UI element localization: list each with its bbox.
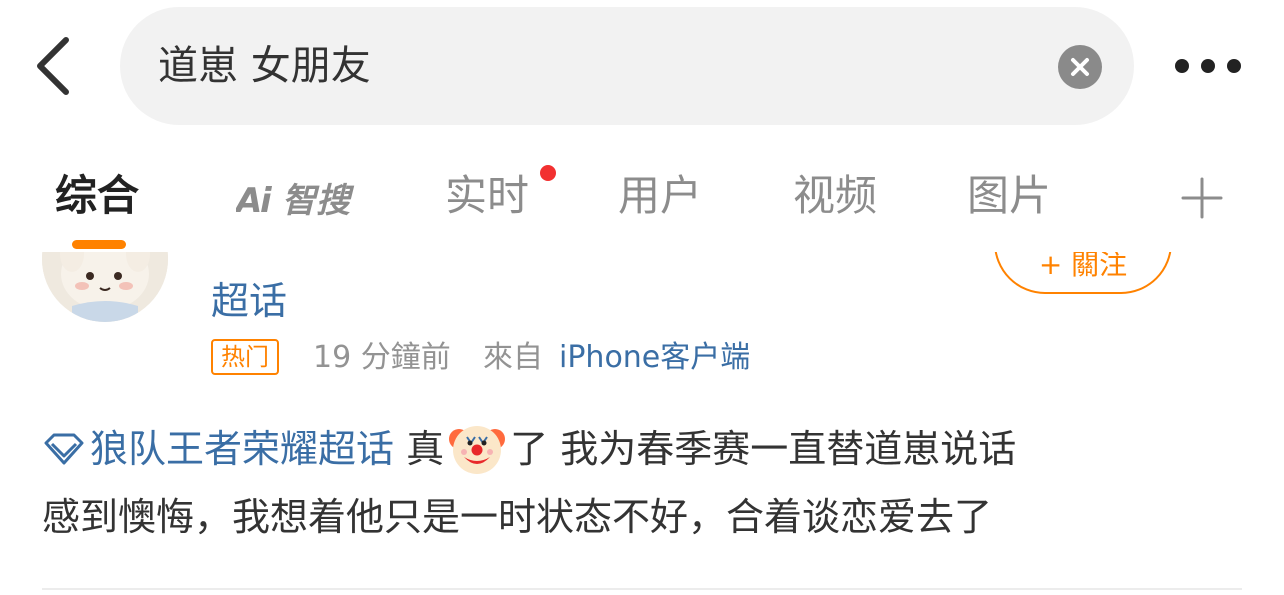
post-username[interactable]: 超话 xyxy=(211,276,287,326)
plus-icon xyxy=(1181,177,1223,219)
search-tabs: 综合 A i 智搜 实时 用户 视频 图片 xyxy=(0,140,1284,252)
clown-face-emoji-icon xyxy=(449,425,506,474)
tab-videos[interactable]: 视频 xyxy=(793,166,877,226)
search-bar[interactable]: 道崽 女朋友 xyxy=(120,7,1134,125)
post-from-label: 來自 xyxy=(483,340,543,375)
chevron-left-icon xyxy=(37,37,69,95)
active-tab-indicator xyxy=(72,240,126,249)
svg-text:智搜: 智搜 xyxy=(282,181,355,221)
add-tab-button[interactable] xyxy=(1180,176,1224,220)
topic-label: 狼队王者荣耀超话 xyxy=(90,427,395,471)
tab-images[interactable]: 图片 xyxy=(967,166,1051,226)
tab-users[interactable]: 用户 xyxy=(618,166,702,226)
back-button[interactable] xyxy=(28,30,84,102)
ai-search-logo: A i 智搜 xyxy=(233,181,355,221)
post-text-line: 狼队王者荣耀超话 真 了 我为春季赛一直替道崽说话 xyxy=(42,418,1016,480)
search-query[interactable]: 道崽 女朋友 xyxy=(158,7,371,125)
tab-comprehensive[interactable]: 综合 xyxy=(55,166,139,226)
post-text-segment: 真 xyxy=(406,427,445,471)
avatar[interactable] xyxy=(42,252,168,322)
post-time: 19 分鐘前 xyxy=(313,340,451,375)
follow-button[interactable]: + 關注 xyxy=(994,252,1172,294)
svg-text:A: A xyxy=(236,181,262,221)
tab-realtime[interactable]: 实时 xyxy=(445,166,529,226)
divider xyxy=(42,588,1242,590)
notification-dot xyxy=(540,165,556,181)
post-text-line: 感到懊悔，我想着他只是一时状态不好，合着谈恋爱去了 xyxy=(42,495,993,539)
ellipsis-icon xyxy=(1175,59,1241,73)
supertopic-diamond-icon xyxy=(44,433,84,464)
more-options-button[interactable] xyxy=(1170,46,1250,86)
svg-text:i: i xyxy=(260,181,273,221)
top-bar: 道崽 女朋友 xyxy=(0,0,1284,130)
hot-badge: 热门 xyxy=(211,339,279,375)
post-card: + 關注 超话 热门 19 分鐘前 來自 iPhone客户端 狼队王者荣耀超话 … xyxy=(0,252,1284,595)
follow-label: + 關注 xyxy=(1038,252,1128,281)
topic-link[interactable]: 狼队王者荣耀超话 xyxy=(42,427,394,471)
post-source[interactable]: iPhone客户端 xyxy=(559,336,750,380)
post-text-segment: 了 我为春季赛一直替道崽说话 xyxy=(510,427,1017,471)
clear-search-button[interactable] xyxy=(1058,45,1102,89)
tab-ai-search[interactable]: A i 智搜 xyxy=(233,174,366,222)
avatar-plush-image xyxy=(42,252,168,322)
close-icon xyxy=(1071,58,1089,76)
